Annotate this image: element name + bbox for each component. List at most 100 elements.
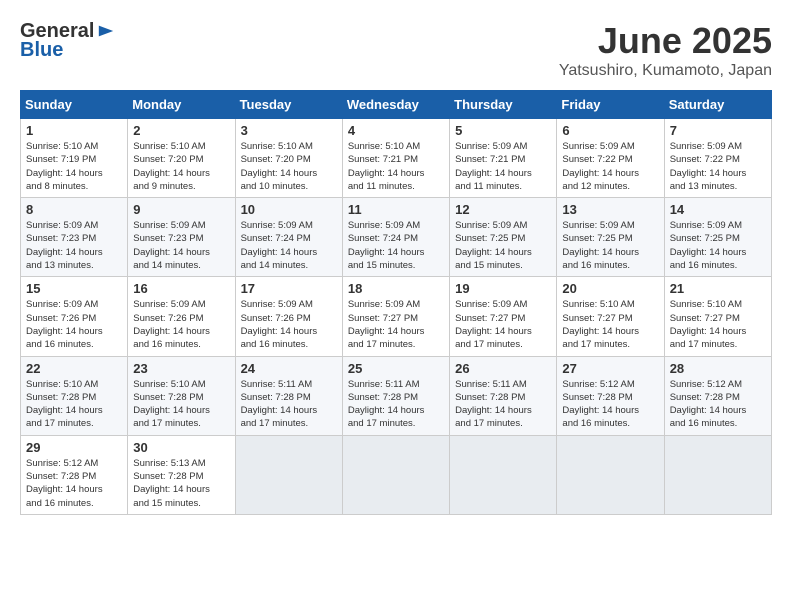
day-number: 13 <box>562 202 658 217</box>
calendar-cell: 15Sunrise: 5:09 AM Sunset: 7:26 PM Dayli… <box>21 277 128 356</box>
calendar-cell <box>557 435 664 514</box>
day-info: Sunrise: 5:09 AM Sunset: 7:23 PM Dayligh… <box>26 219 122 272</box>
day-number: 21 <box>670 281 766 296</box>
day-info: Sunrise: 5:10 AM Sunset: 7:20 PM Dayligh… <box>133 140 229 193</box>
calendar-cell: 24 Sunrise: 5:11 AM Sunset: 7:28 PM Dayli… <box>235 356 342 435</box>
calendar-cell: 19 Sunrise: 5:09 AM Sunset: 7:27 PM Dayli… <box>450 277 557 356</box>
location-title: Yatsushiro, Kumamoto, Japan <box>559 62 772 80</box>
calendar-cell: 9 Sunrise: 5:09 AM Sunset: 7:23 PM Daylig… <box>128 198 235 277</box>
day-info: Sunrise: 5:09 AM Sunset: 7:25 PM Dayligh… <box>670 219 766 272</box>
day-number: 25 <box>348 361 444 376</box>
day-number: 22 <box>26 361 122 376</box>
day-info: Sunrise: 5:09 AM Sunset: 7:27 PM Dayligh… <box>455 298 551 351</box>
day-number: 16 <box>133 281 229 296</box>
day-number: 9 <box>133 202 229 217</box>
calendar-week-row: 29 Sunrise: 5:12 AM Sunset: 7:28 PM Dayli… <box>21 435 772 514</box>
calendar-week-row: 15Sunrise: 5:09 AM Sunset: 7:26 PM Dayli… <box>21 277 772 356</box>
calendar-cell: 6 Sunrise: 5:09 AM Sunset: 7:22 PM Daylig… <box>557 119 664 198</box>
day-info: Sunrise: 5:09 AM Sunset: 7:25 PM Dayligh… <box>455 219 551 272</box>
day-info: Sunrise: 5:09 AM Sunset: 7:21 PM Dayligh… <box>455 140 551 193</box>
day-info: Sunrise: 5:09 AM Sunset: 7:27 PM Dayligh… <box>348 298 444 351</box>
col-monday: Monday <box>128 91 235 119</box>
day-info: Sunrise: 5:10 AM Sunset: 7:28 PM Dayligh… <box>26 378 122 431</box>
day-info: Sunrise: 5:13 AM Sunset: 7:28 PM Dayligh… <box>133 457 229 510</box>
day-info: Sunrise: 5:09 AM Sunset: 7:23 PM Dayligh… <box>133 219 229 272</box>
logo: General Blue <box>20 20 115 62</box>
calendar-table: Sunday Monday Tuesday Wednesday Thursday… <box>20 90 772 515</box>
day-info: Sunrise: 5:09 AM Sunset: 7:25 PM Dayligh… <box>562 219 658 272</box>
month-title: June 2025 <box>559 20 772 62</box>
day-number: 17 <box>241 281 337 296</box>
day-info: Sunrise: 5:10 AM Sunset: 7:19 PM Dayligh… <box>26 140 122 193</box>
day-number: 28 <box>670 361 766 376</box>
day-number: 18 <box>348 281 444 296</box>
calendar-cell: 30 Sunrise: 5:13 AM Sunset: 7:28 PM Dayli… <box>128 435 235 514</box>
day-number: 29 <box>26 440 122 455</box>
day-info: Sunrise: 5:09 AM Sunset: 7:26 PM Dayligh… <box>241 298 337 351</box>
day-number: 24 <box>241 361 337 376</box>
day-number: 19 <box>455 281 551 296</box>
day-number: 6 <box>562 123 658 138</box>
day-number: 20 <box>562 281 658 296</box>
day-info: Sunrise: 5:09 AM Sunset: 7:24 PM Dayligh… <box>348 219 444 272</box>
logo-arrow-icon <box>97 22 115 40</box>
day-info: Sunrise: 5:09 AM Sunset: 7:26 PM Dayligh… <box>133 298 229 351</box>
calendar-week-row: 1Sunrise: 5:10 AM Sunset: 7:19 PM Daylig… <box>21 119 772 198</box>
calendar-cell: 25 Sunrise: 5:11 AM Sunset: 7:28 PM Dayli… <box>342 356 449 435</box>
day-info: Sunrise: 5:10 AM Sunset: 7:27 PM Dayligh… <box>670 298 766 351</box>
day-info: Sunrise: 5:10 AM Sunset: 7:27 PM Dayligh… <box>562 298 658 351</box>
day-info: Sunrise: 5:12 AM Sunset: 7:28 PM Dayligh… <box>670 378 766 431</box>
day-number: 5 <box>455 123 551 138</box>
day-number: 11 <box>348 202 444 217</box>
col-friday: Friday <box>557 91 664 119</box>
day-info: Sunrise: 5:11 AM Sunset: 7:28 PM Dayligh… <box>241 378 337 431</box>
day-number: 26 <box>455 361 551 376</box>
day-info: Sunrise: 5:09 AM Sunset: 7:24 PM Dayligh… <box>241 219 337 272</box>
calendar-cell: 12 Sunrise: 5:09 AM Sunset: 7:25 PM Dayli… <box>450 198 557 277</box>
calendar-cell: 4 Sunrise: 5:10 AM Sunset: 7:21 PM Daylig… <box>342 119 449 198</box>
col-wednesday: Wednesday <box>342 91 449 119</box>
day-number: 30 <box>133 440 229 455</box>
day-info: Sunrise: 5:12 AM Sunset: 7:28 PM Dayligh… <box>562 378 658 431</box>
calendar-cell: 8 Sunrise: 5:09 AM Sunset: 7:23 PM Daylig… <box>21 198 128 277</box>
calendar-week-row: 8 Sunrise: 5:09 AM Sunset: 7:23 PM Daylig… <box>21 198 772 277</box>
day-info: Sunrise: 5:10 AM Sunset: 7:20 PM Dayligh… <box>241 140 337 193</box>
day-info: Sunrise: 5:12 AM Sunset: 7:28 PM Dayligh… <box>26 457 122 510</box>
day-number: 4 <box>348 123 444 138</box>
calendar-cell: 5 Sunrise: 5:09 AM Sunset: 7:21 PM Daylig… <box>450 119 557 198</box>
day-number: 8 <box>26 202 122 217</box>
calendar-cell: 20 Sunrise: 5:10 AM Sunset: 7:27 PM Dayli… <box>557 277 664 356</box>
calendar-cell <box>664 435 771 514</box>
day-number: 27 <box>562 361 658 376</box>
col-tuesday: Tuesday <box>235 91 342 119</box>
calendar-cell: 2Sunrise: 5:10 AM Sunset: 7:20 PM Daylig… <box>128 119 235 198</box>
calendar-cell: 23 Sunrise: 5:10 AM Sunset: 7:28 PM Dayli… <box>128 356 235 435</box>
calendar-cell: 22 Sunrise: 5:10 AM Sunset: 7:28 PM Dayli… <box>21 356 128 435</box>
day-number: 12 <box>455 202 551 217</box>
title-area: June 2025 Yatsushiro, Kumamoto, Japan <box>559 20 772 80</box>
day-number: 23 <box>133 361 229 376</box>
day-info: Sunrise: 5:11 AM Sunset: 7:28 PM Dayligh… <box>348 378 444 431</box>
col-saturday: Saturday <box>664 91 771 119</box>
calendar-cell <box>235 435 342 514</box>
calendar-cell: 14 Sunrise: 5:09 AM Sunset: 7:25 PM Dayli… <box>664 198 771 277</box>
calendar-cell: 29 Sunrise: 5:12 AM Sunset: 7:28 PM Dayli… <box>21 435 128 514</box>
calendar-cell: 1Sunrise: 5:10 AM Sunset: 7:19 PM Daylig… <box>21 119 128 198</box>
calendar-week-row: 22 Sunrise: 5:10 AM Sunset: 7:28 PM Dayli… <box>21 356 772 435</box>
day-number: 3 <box>241 123 337 138</box>
calendar-cell <box>342 435 449 514</box>
day-number: 10 <box>241 202 337 217</box>
calendar-cell: 10 Sunrise: 5:09 AM Sunset: 7:24 PM Dayli… <box>235 198 342 277</box>
day-info: Sunrise: 5:10 AM Sunset: 7:21 PM Dayligh… <box>348 140 444 193</box>
day-number: 7 <box>670 123 766 138</box>
day-info: Sunrise: 5:11 AM Sunset: 7:28 PM Dayligh… <box>455 378 551 431</box>
calendar-header-row: Sunday Monday Tuesday Wednesday Thursday… <box>21 91 772 119</box>
calendar-cell: 17 Sunrise: 5:09 AM Sunset: 7:26 PM Dayli… <box>235 277 342 356</box>
day-info: Sunrise: 5:09 AM Sunset: 7:22 PM Dayligh… <box>562 140 658 193</box>
calendar-cell <box>450 435 557 514</box>
calendar-cell: 3 Sunrise: 5:10 AM Sunset: 7:20 PM Daylig… <box>235 119 342 198</box>
calendar-cell: 7Sunrise: 5:09 AM Sunset: 7:22 PM Daylig… <box>664 119 771 198</box>
calendar-body: 1Sunrise: 5:10 AM Sunset: 7:19 PM Daylig… <box>21 119 772 515</box>
day-number: 14 <box>670 202 766 217</box>
day-info: Sunrise: 5:10 AM Sunset: 7:28 PM Dayligh… <box>133 378 229 431</box>
